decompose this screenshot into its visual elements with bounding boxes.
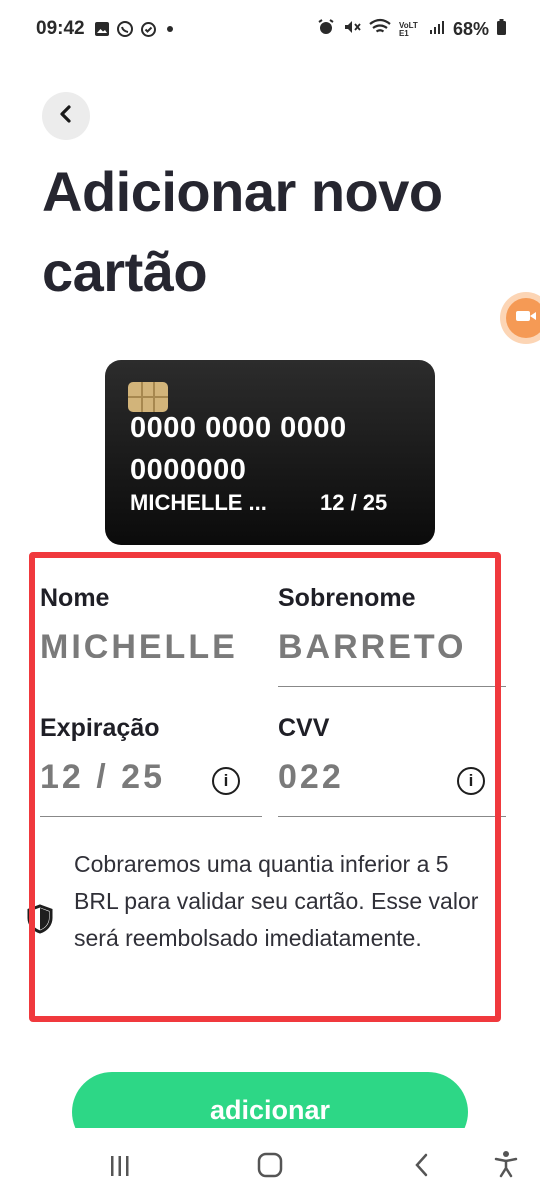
- card-chip: [128, 382, 168, 412]
- check-circle-icon: [140, 21, 157, 43]
- whatsapp-icon: [116, 20, 134, 43]
- video-camera-icon: [515, 308, 537, 329]
- card-holder-name: MICHELLE ...: [130, 490, 267, 515]
- dot-icon: [163, 22, 177, 41]
- signal-icon: [429, 19, 445, 40]
- recent-apps-icon[interactable]: [108, 1154, 132, 1183]
- accessibility-icon[interactable]: [493, 1150, 519, 1183]
- status-time: 09:42: [36, 18, 85, 39]
- back-icon[interactable]: [412, 1153, 432, 1182]
- mute-icon: [343, 18, 361, 41]
- card-number-line-2: 0000000: [130, 454, 247, 486]
- home-icon[interactable]: [257, 1152, 283, 1183]
- battery-icon: [497, 19, 506, 40]
- floating-video-button[interactable]: [506, 298, 540, 338]
- card-expiry: 12 / 25: [320, 490, 388, 515]
- system-nav-bar: [0, 1128, 540, 1200]
- chevron-left-icon: [58, 104, 74, 129]
- card-number-line-1: 0000 0000 0000: [130, 412, 347, 444]
- wifi-icon: [369, 18, 391, 41]
- image-icon: [94, 21, 110, 42]
- back-button[interactable]: [42, 92, 90, 140]
- volte-icon: VoLTE1: [398, 20, 418, 38]
- alarm-icon: [317, 18, 335, 41]
- page-title: Adicionar novo cartão: [42, 160, 443, 303]
- highlight-box: [29, 552, 501, 1022]
- battery-percent: 68%: [452, 19, 489, 39]
- status-right: VoLTE1 68%: [317, 18, 506, 41]
- status-left-icons: [94, 20, 177, 43]
